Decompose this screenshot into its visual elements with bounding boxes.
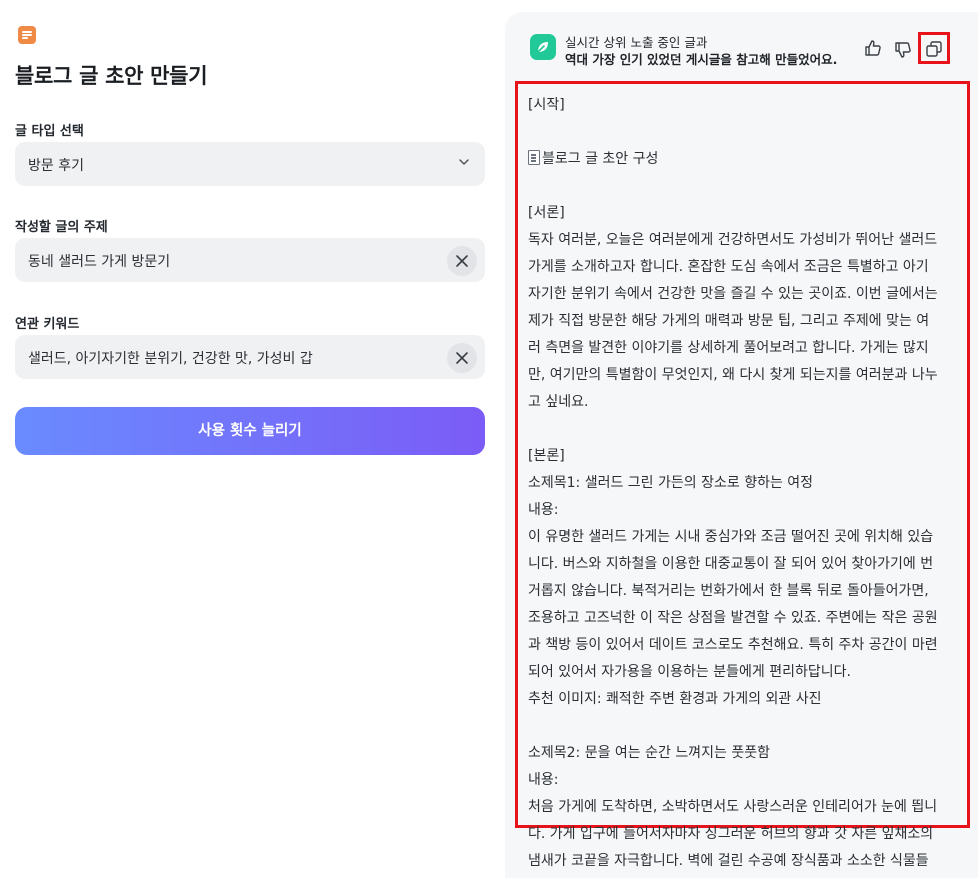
close-icon <box>456 352 468 364</box>
content-line: 내용: <box>528 767 958 794</box>
content-line-text: 내용: <box>528 502 559 518</box>
content-line: 추천 이미지: 쾌적한 주변 환경과 가게의 외관 사진 <box>528 686 958 713</box>
keyword-input-value: 샐러드, 아기자기한 분위기, 건강한 맛, 가성비 갑 <box>28 351 313 367</box>
content-line-text: 조용하고 고즈넉한 이 작은 상점을 발견할 수 있죠. 주변에는 작은 공원 <box>528 610 938 626</box>
page-title: 블로그 글 초안 만들기 <box>15 64 208 88</box>
content-line <box>528 119 958 146</box>
content-line: 처음 가게에 도착하면, 소박하면서도 사랑스러운 인테리어가 눈에 띕니 <box>528 794 958 821</box>
content-line-text: 다. 가게 입구에 들어서자마자 싱그러운 허브의 향과 갓 자른 잎채소의 <box>528 826 934 842</box>
content-line: 블로그 글 초안 구성 <box>528 146 958 173</box>
content-line: 러 측면을 발견한 이야기를 상세하게 풀어보려고 합니다. 가게는 많지 <box>528 335 958 362</box>
content-line <box>528 416 958 443</box>
content-line: 냄새가 코끝을 자극합니다. 벽에 걸린 수공예 장식품과 소소한 식물들 <box>528 848 958 875</box>
content-line-text: 자기한 분위기 속에서 건강한 맛을 즐길 수 있는 곳이죠. 이번 글에서는 <box>528 286 938 302</box>
content-line: 독자 여러분, 오늘은 여러분에게 건강하면서도 가성비가 뛰어난 샐러드 <box>528 227 958 254</box>
content-line: 과 책방 등이 있어서 데이트 코스로도 추천해요. 특히 주차 공간이 마련 <box>528 632 958 659</box>
content-line-text: 만, 여기만의 특별함이 무엇인지, 왜 다시 찾게 되는지를 여러분과 나누 <box>528 367 938 383</box>
content-line: 내용: <box>528 497 958 524</box>
topic-input[interactable]: 동네 샐러드 가게 방문기 <box>15 238 485 282</box>
content-line-text: 냄새가 코끝을 자극합니다. 벽에 걸린 수공예 장식품과 소소한 식물들 <box>528 853 929 869</box>
content-line: 자기한 분위기 속에서 건강한 맛을 즐길 수 있는 곳이죠. 이번 글에서는 <box>528 281 958 308</box>
content-line-text: 러 측면을 발견한 이야기를 상세하게 풀어보려고 합니다. 가게는 많지 <box>528 340 929 356</box>
content-line: [시작] <box>528 92 958 119</box>
type-select[interactable]: 방문 후기 <box>15 142 485 186</box>
content-line-text: 독자 여러분, 오늘은 여러분에게 건강하면서도 가성비가 뛰어난 샐러드 <box>528 232 938 248</box>
content-line-text: 과 책방 등이 있어서 데이트 코스로도 추천해요. 특히 주차 공간이 마련 <box>528 637 938 653</box>
keyword-label: 연관 키워드 <box>15 317 80 332</box>
document-icon <box>528 150 540 165</box>
content-line: [서론] <box>528 200 958 227</box>
content-line-text: 가게를 소개하고자 합니다. 혼잡한 도심 속에서 조금은 특별하고 아기 <box>528 259 929 275</box>
content-line: 고 싶네요. <box>528 389 958 416</box>
content-line-text: 니다. 버스와 지하철을 이용한 대중교통이 잘 되어 있어 찾아가기에 번 <box>528 556 934 572</box>
content-line-text: 블로그 글 초안 구성 <box>542 151 659 167</box>
content-line: 다. 가게 입구에 들어서자마자 싱그러운 허브의 향과 갓 자른 잎채소의 <box>528 821 958 848</box>
content-line-text: 추천 이미지: 쾌적한 주변 환경과 가게의 외관 사진 <box>528 691 822 707</box>
content-line: 조용하고 고즈넉한 이 작은 상점을 발견할 수 있죠. 주변에는 작은 공원 <box>528 605 958 632</box>
app-logo <box>530 34 556 60</box>
content-line-text: [서론] <box>528 205 565 221</box>
content-line: 소제목2: 문을 여는 순간 느껴지는 풋풋함 <box>528 740 958 767</box>
thumbs-down-icon[interactable] <box>893 40 913 60</box>
content-line: 거롭지 않습니다. 북적거리는 번화가에서 한 블록 뒤로 돌아들어가면, <box>528 578 958 605</box>
thumbs-up-icon[interactable] <box>863 38 883 58</box>
content-line-text: 소제목2: 문을 여는 순간 느껴지는 풋풋함 <box>528 745 770 761</box>
type-select-value: 방문 후기 <box>28 158 84 174</box>
chevron-down-icon <box>459 159 469 165</box>
result-header-line2: 역대 가장 인기 있었던 게시글을 참고해 만들었어요. <box>565 52 838 67</box>
content-line-text: 거롭지 않습니다. 북적거리는 번화가에서 한 블록 뒤로 돌아들어가면, <box>528 583 929 599</box>
content-line-text: 고 싶네요. <box>528 394 589 410</box>
content-line: 가게를 소개하고자 합니다. 혼잡한 도심 속에서 조금은 특별하고 아기 <box>528 254 958 281</box>
content-line <box>528 713 958 740</box>
type-label: 글 타입 선택 <box>15 124 84 139</box>
content-line-text: 내용: <box>528 772 559 788</box>
copy-button-highlight <box>918 32 950 64</box>
content-line-text: 제가 직접 방문한 해당 가게의 매력과 방문 팁, 그리고 주제에 맞는 여 <box>528 313 930 329</box>
document-list-icon <box>18 26 36 44</box>
content-line: 제가 직접 방문한 해당 가게의 매력과 방문 팁, 그리고 주제에 맞는 여 <box>528 308 958 335</box>
content-line <box>528 173 958 200</box>
content-line-text: 소제목1: 샐러드 그린 가든의 장소로 향하는 여정 <box>528 475 814 491</box>
content-line-text: 되어 있어서 자가용을 이용하는 분들에게 편리하답니다. <box>528 664 851 680</box>
topic-input-value: 동네 샐러드 가게 방문기 <box>28 254 171 270</box>
content-line-text: 이 유명한 샐러드 가게는 시내 중심가와 조금 떨어진 곳에 위치해 있습 <box>528 529 934 545</box>
topic-label: 작성할 글의 주제 <box>15 220 108 235</box>
content-line-text: 처음 가게에 도착하면, 소박하면서도 사랑스러운 인테리어가 눈에 띕니 <box>528 799 938 815</box>
content-line: 되어 있어서 자가용을 이용하는 분들에게 편리하답니다. <box>528 659 958 686</box>
content-line: 만, 여기만의 특별함이 무엇인지, 왜 다시 찾게 되는지를 여러분과 나누 <box>528 362 958 389</box>
content-line: 니다. 버스와 지하철을 이용한 대중교통이 잘 되어 있어 찾아가기에 번 <box>528 551 958 578</box>
content-line: 소제목1: 샐러드 그린 가든의 장소로 향하는 여정 <box>528 470 958 497</box>
topic-clear-button[interactable] <box>447 246 477 276</box>
draft-content: [시작] 블로그 글 초안 구성 [서론] 독자 여러분, 오늘은 여러분에게 건강하… <box>528 92 958 875</box>
content-line: [본론] <box>528 443 958 470</box>
content-line-text: [시작] <box>528 97 565 113</box>
keyword-clear-button[interactable] <box>447 343 477 373</box>
close-icon <box>456 255 468 267</box>
content-line-text: [본론] <box>528 448 565 464</box>
content-line: 이 유명한 샐러드 가게는 시내 중심가와 조금 떨어진 곳에 위치해 있습 <box>528 524 958 551</box>
keyword-input[interactable]: 샐러드, 아기자기한 분위기, 건강한 맛, 가성비 갑 <box>15 335 485 379</box>
increase-usage-button[interactable]: 사용 횟수 늘리기 <box>15 407 485 455</box>
